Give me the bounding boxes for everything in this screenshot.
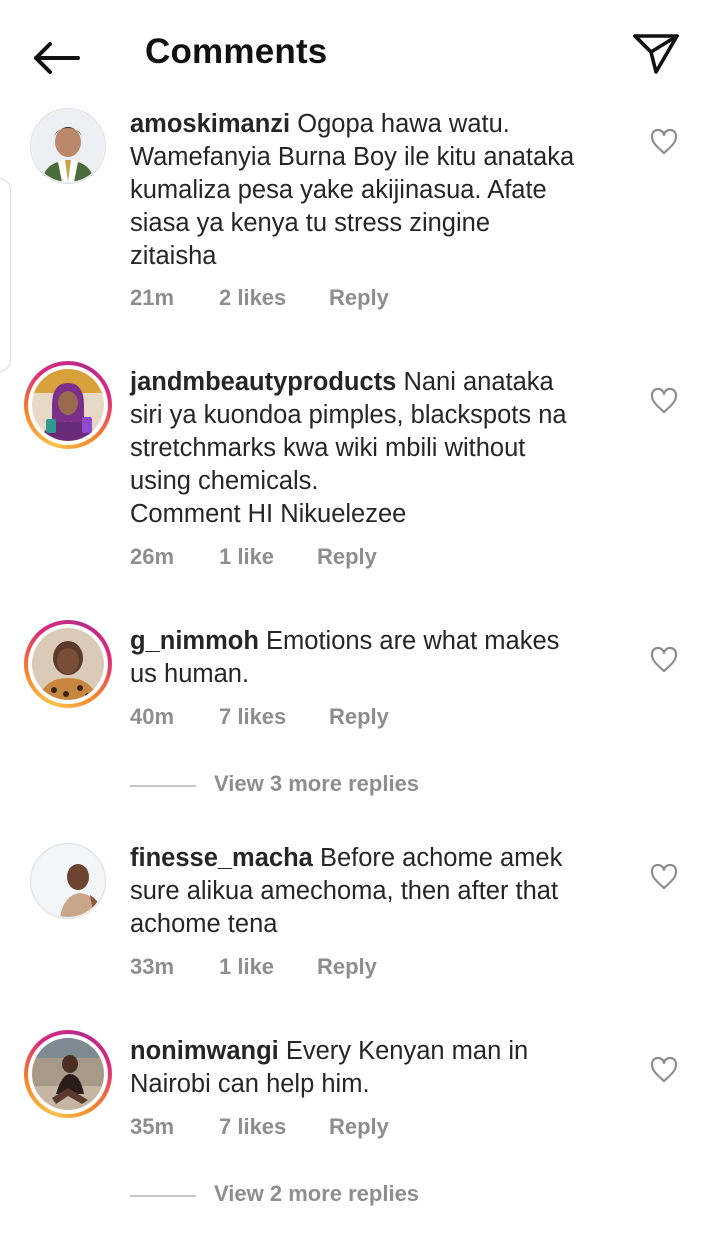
heart-icon[interactable] [650,647,678,673]
comment-text: amoskimanzi Ogopa hawa watu. Wamefanyia … [130,108,630,273]
avatar[interactable] [24,102,112,190]
comment-likes[interactable]: 2 likes [219,285,286,311]
avatar[interactable] [24,1030,112,1118]
comment-text: nonimwangi Every Kenyan man in Nairobi c… [130,1035,630,1101]
view-more-replies-button[interactable]: View 3 more replies [130,771,530,801]
comment-text: jandmbeautyproducts Nani anataka siri ya… [130,366,630,531]
avatar-photo [32,628,104,700]
comment-likes[interactable]: 1 like [219,544,274,570]
reply-button[interactable]: Reply [317,544,377,570]
heart-icon[interactable] [650,129,678,155]
page-title: Comments [145,32,328,71]
comment-username[interactable]: amoskimanzi [130,110,290,138]
comment-likes[interactable]: 7 likes [219,1114,286,1140]
comment-username[interactable]: jandmbeautyproducts [130,368,396,396]
comment-username[interactable]: finesse_macha [130,844,313,872]
comment-text: finesse_macha Before achome amek sure al… [130,842,630,941]
paper-plane-icon [633,34,679,74]
reply-button[interactable]: Reply [329,285,389,311]
comment-time: 35m [130,1114,175,1139]
heart-icon[interactable] [650,1057,678,1083]
reply-button[interactable]: Reply [317,954,377,980]
view-replies-label: View 3 more replies [214,771,420,796]
view-more-replies-button[interactable]: View 2 more replies [130,1181,530,1211]
avatar[interactable] [24,361,112,449]
comment-time: 40m [130,704,175,729]
comment-likes[interactable]: 1 like [219,954,274,980]
arrow-left-icon [34,42,80,74]
heart-icon[interactable] [650,388,678,414]
comment-text: g_nimmoh Emotions are what makes us huma… [130,625,630,691]
comment-time: 26m [130,544,175,569]
reply-button[interactable]: Reply [329,1114,389,1140]
avatar[interactable] [24,620,112,708]
header-bar: Comments [0,0,720,110]
comment-likes[interactable]: 7 likes [219,704,286,730]
comment-time: 21m [130,285,175,310]
avatar-photo [32,369,104,441]
comment-username[interactable]: nonimwangi [130,1037,279,1065]
reply-button[interactable]: Reply [329,704,389,730]
avatar-photo [32,1038,104,1110]
comment-username[interactable]: g_nimmoh [130,627,259,655]
comment-time: 33m [130,954,175,979]
share-button[interactable] [626,26,686,82]
heart-icon[interactable] [650,864,678,890]
avatar-photo [32,845,104,917]
back-button[interactable] [28,30,84,86]
divider [130,785,196,787]
side-panel-tab[interactable] [0,178,11,372]
avatar[interactable] [24,837,112,925]
divider [130,1195,196,1197]
view-replies-label: View 2 more replies [214,1181,420,1206]
avatar-photo [32,110,104,182]
